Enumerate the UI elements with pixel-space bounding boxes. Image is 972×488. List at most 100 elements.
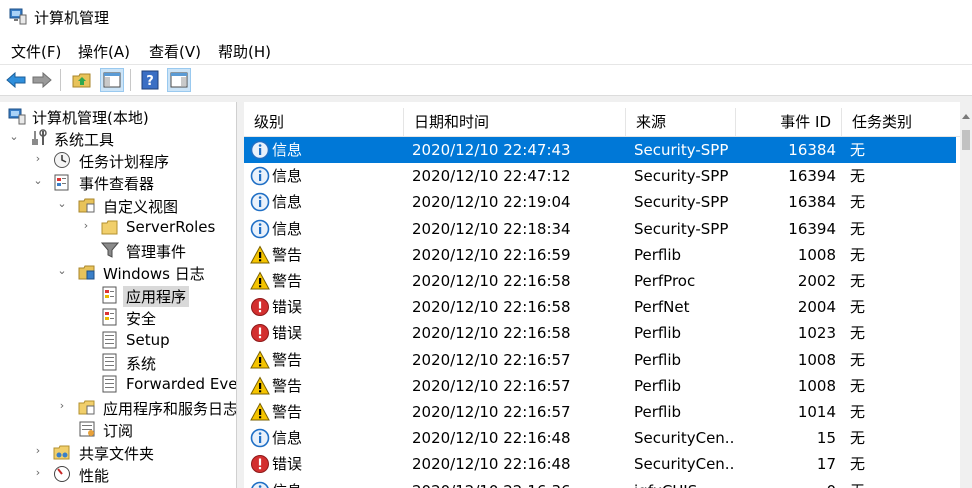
chevron-right-icon[interactable]: ›	[32, 152, 44, 166]
tree-item-shared-folders[interactable]: › 共享文件夹	[0, 441, 236, 463]
column-header-row: 级别 日期和时间 来源 事件 ID 任务类别	[244, 108, 960, 137]
cell-source: Perflib	[634, 350, 682, 369]
info-icon	[251, 481, 269, 488]
menu-action[interactable]: 操作(A)	[78, 41, 130, 62]
forward-button[interactable]	[30, 68, 54, 92]
cell-source: PerfNet	[634, 298, 690, 317]
show-hide-tree-button[interactable]	[100, 68, 124, 92]
menu-view[interactable]: 查看(V)	[149, 41, 201, 62]
column-header-level[interactable]: 级别	[244, 108, 404, 136]
table-row[interactable]: 信息 2020/12/10 22:16:48 SecurityCen... 15 无	[244, 425, 956, 451]
chevron-down-icon[interactable]: ⌄	[56, 264, 68, 278]
cell-datetime: 2020/12/10 22:16:48	[412, 429, 571, 448]
cell-event-id: 15	[816, 429, 836, 448]
cell-datetime: 2020/12/10 22:16:59	[412, 245, 571, 264]
chevron-right-icon[interactable]: ›	[56, 399, 68, 413]
log-icon	[102, 375, 117, 393]
tree-item-system-log[interactable]: 系统	[0, 351, 236, 373]
tree-item-subscriptions[interactable]: 订阅	[0, 418, 236, 440]
tree-item-serverroles[interactable]: › ServerRoles	[0, 216, 236, 238]
show-action-pane-button[interactable]	[167, 68, 191, 92]
tree-item-security-log[interactable]: 安全	[0, 306, 236, 328]
cell-level: 警告	[272, 376, 303, 395]
table-row[interactable]: 信息 2020/12/10 22:47:12 Security-SPP 16394 无	[244, 163, 956, 189]
tree-item-custom-views[interactable]: ⌄ 自定义视图	[0, 194, 236, 216]
tree-item-label: 共享文件夹	[79, 445, 155, 463]
window-title: 计算机管理	[34, 9, 110, 27]
column-header-task-category[interactable]: 任务类别	[842, 108, 960, 136]
cell-source: PerfProc	[634, 272, 696, 290]
tree-item-label: Forwarded Even	[126, 375, 236, 393]
task-scheduler-icon	[54, 152, 70, 168]
tree-item-admin-events[interactable]: 管理事件	[0, 239, 236, 261]
cell-event-id: 1008	[797, 376, 836, 395]
cell-datetime: 2020/12/10 22:16:48	[412, 455, 571, 474]
cell-datetime: 2020/12/10 22:16:58	[412, 272, 571, 290]
cell-datetime: 2020/12/10 22:16:58	[412, 298, 571, 317]
vertical-scrollbar[interactable]	[960, 102, 972, 488]
table-row[interactable]: 警告 2020/12/10 22:16:57 Perflib 1008 无	[244, 347, 956, 373]
cell-level: 警告	[272, 245, 303, 264]
cell-datetime: 2020/12/10 22:16:57	[412, 376, 571, 395]
table-row[interactable]: 错误 2020/12/10 22:16:58 Perflib 1023 无	[244, 320, 956, 346]
cell-task-category: 无	[850, 455, 866, 474]
event-viewer-icon	[54, 174, 69, 191]
tree-item-label: 安全	[126, 310, 157, 328]
table-row[interactable]: 信息 2020/12/10 22:16:36 igfxCUIS...0 无	[244, 478, 956, 488]
cell-event-id: 17	[816, 455, 836, 474]
cell-task-category: 无	[850, 272, 866, 290]
tree-item-system-tools[interactable]: ⌄ 系统工具	[0, 127, 236, 149]
table-row[interactable]: 警告 2020/12/10 22:16:57 Perflib 1014 无	[244, 399, 956, 425]
table-row[interactable]: 信息 2020/12/10 22:47:43 Security-SPP 16384 无	[244, 137, 956, 163]
back-button[interactable]	[4, 68, 28, 92]
toolbar-separator	[60, 69, 61, 91]
table-row[interactable]: 警告 2020/12/10 22:16:59 Perflib 1008 无	[244, 242, 956, 268]
pane-splitter[interactable]	[236, 102, 244, 488]
computer-management-icon	[9, 8, 27, 25]
scroll-up-arrow-icon[interactable]	[962, 114, 970, 119]
tree-item-performance[interactable]: › 性能	[0, 463, 236, 485]
chevron-right-icon[interactable]: ›	[32, 444, 44, 458]
cell-event-id: 16394	[788, 219, 836, 238]
help-button[interactable]: ?	[138, 68, 162, 92]
warning-icon	[250, 245, 270, 264]
table-row[interactable]: 错误 2020/12/10 22:16:48 SecurityCen... 17 无	[244, 451, 956, 477]
tree-item-label: 系统工具	[54, 131, 115, 149]
chevron-down-icon[interactable]: ⌄	[32, 174, 44, 188]
help-icon: ?	[141, 70, 159, 90]
tree-item-application-log[interactable]: 应用程序	[0, 284, 236, 307]
menu-file[interactable]: 文件(F)	[11, 41, 61, 62]
table-row[interactable]: 警告 2020/12/10 22:16:57 Perflib 1008 无	[244, 373, 956, 399]
tree-item-app-service-logs[interactable]: › 应用程序和服务日志	[0, 396, 236, 418]
tree-item-event-viewer[interactable]: ⌄ 事件查看器	[0, 171, 236, 193]
cell-event-id: 0	[736, 478, 836, 488]
cell-event-id: 1014	[797, 403, 836, 421]
tree-item-windows-logs[interactable]: ⌄ Windows 日志	[0, 261, 236, 283]
table-row[interactable]: 信息 2020/12/10 22:19:04 Security-SPP 16384 无	[244, 189, 956, 215]
menu-help[interactable]: 帮助(H)	[218, 41, 271, 62]
warning-icon	[250, 402, 270, 421]
chevron-right-icon[interactable]: ›	[32, 466, 44, 480]
scrollbar-thumb[interactable]	[962, 130, 970, 150]
tree-item-task-scheduler[interactable]: › 任务计划程序	[0, 149, 236, 171]
cell-source: Security-SPP	[634, 219, 729, 238]
chevron-down-icon[interactable]: ⌄	[56, 197, 68, 211]
column-header-event-id[interactable]: 事件 ID	[736, 108, 842, 136]
info-icon	[250, 428, 270, 448]
chevron-right-icon[interactable]: ›	[80, 219, 92, 233]
tree-item-forwarded-events[interactable]: Forwarded Even	[0, 373, 236, 395]
cell-task-category: 无	[850, 193, 866, 212]
table-row[interactable]: 信息 2020/12/10 22:18:34 Security-SPP 16394 无	[244, 216, 956, 242]
tree-item-label: 管理事件	[126, 243, 187, 261]
table-row[interactable]: 警告 2020/12/10 22:16:58 PerfProc 2002 无	[244, 268, 956, 294]
tree-item-setup-log[interactable]: Setup	[0, 329, 236, 351]
subscriptions-icon	[79, 421, 95, 437]
tree-item-computer-management[interactable]: 计算机管理(本地)	[0, 105, 236, 127]
computer-management-icon	[8, 108, 26, 125]
column-header-datetime[interactable]: 日期和时间	[404, 108, 626, 136]
column-header-source[interactable]: 来源	[626, 108, 736, 136]
table-row[interactable]: 错误 2020/12/10 22:16:58 PerfNet 2004 无	[244, 294, 956, 320]
up-level-button[interactable]	[70, 68, 94, 92]
error-icon	[251, 455, 269, 474]
chevron-down-icon[interactable]: ⌄	[8, 130, 20, 144]
